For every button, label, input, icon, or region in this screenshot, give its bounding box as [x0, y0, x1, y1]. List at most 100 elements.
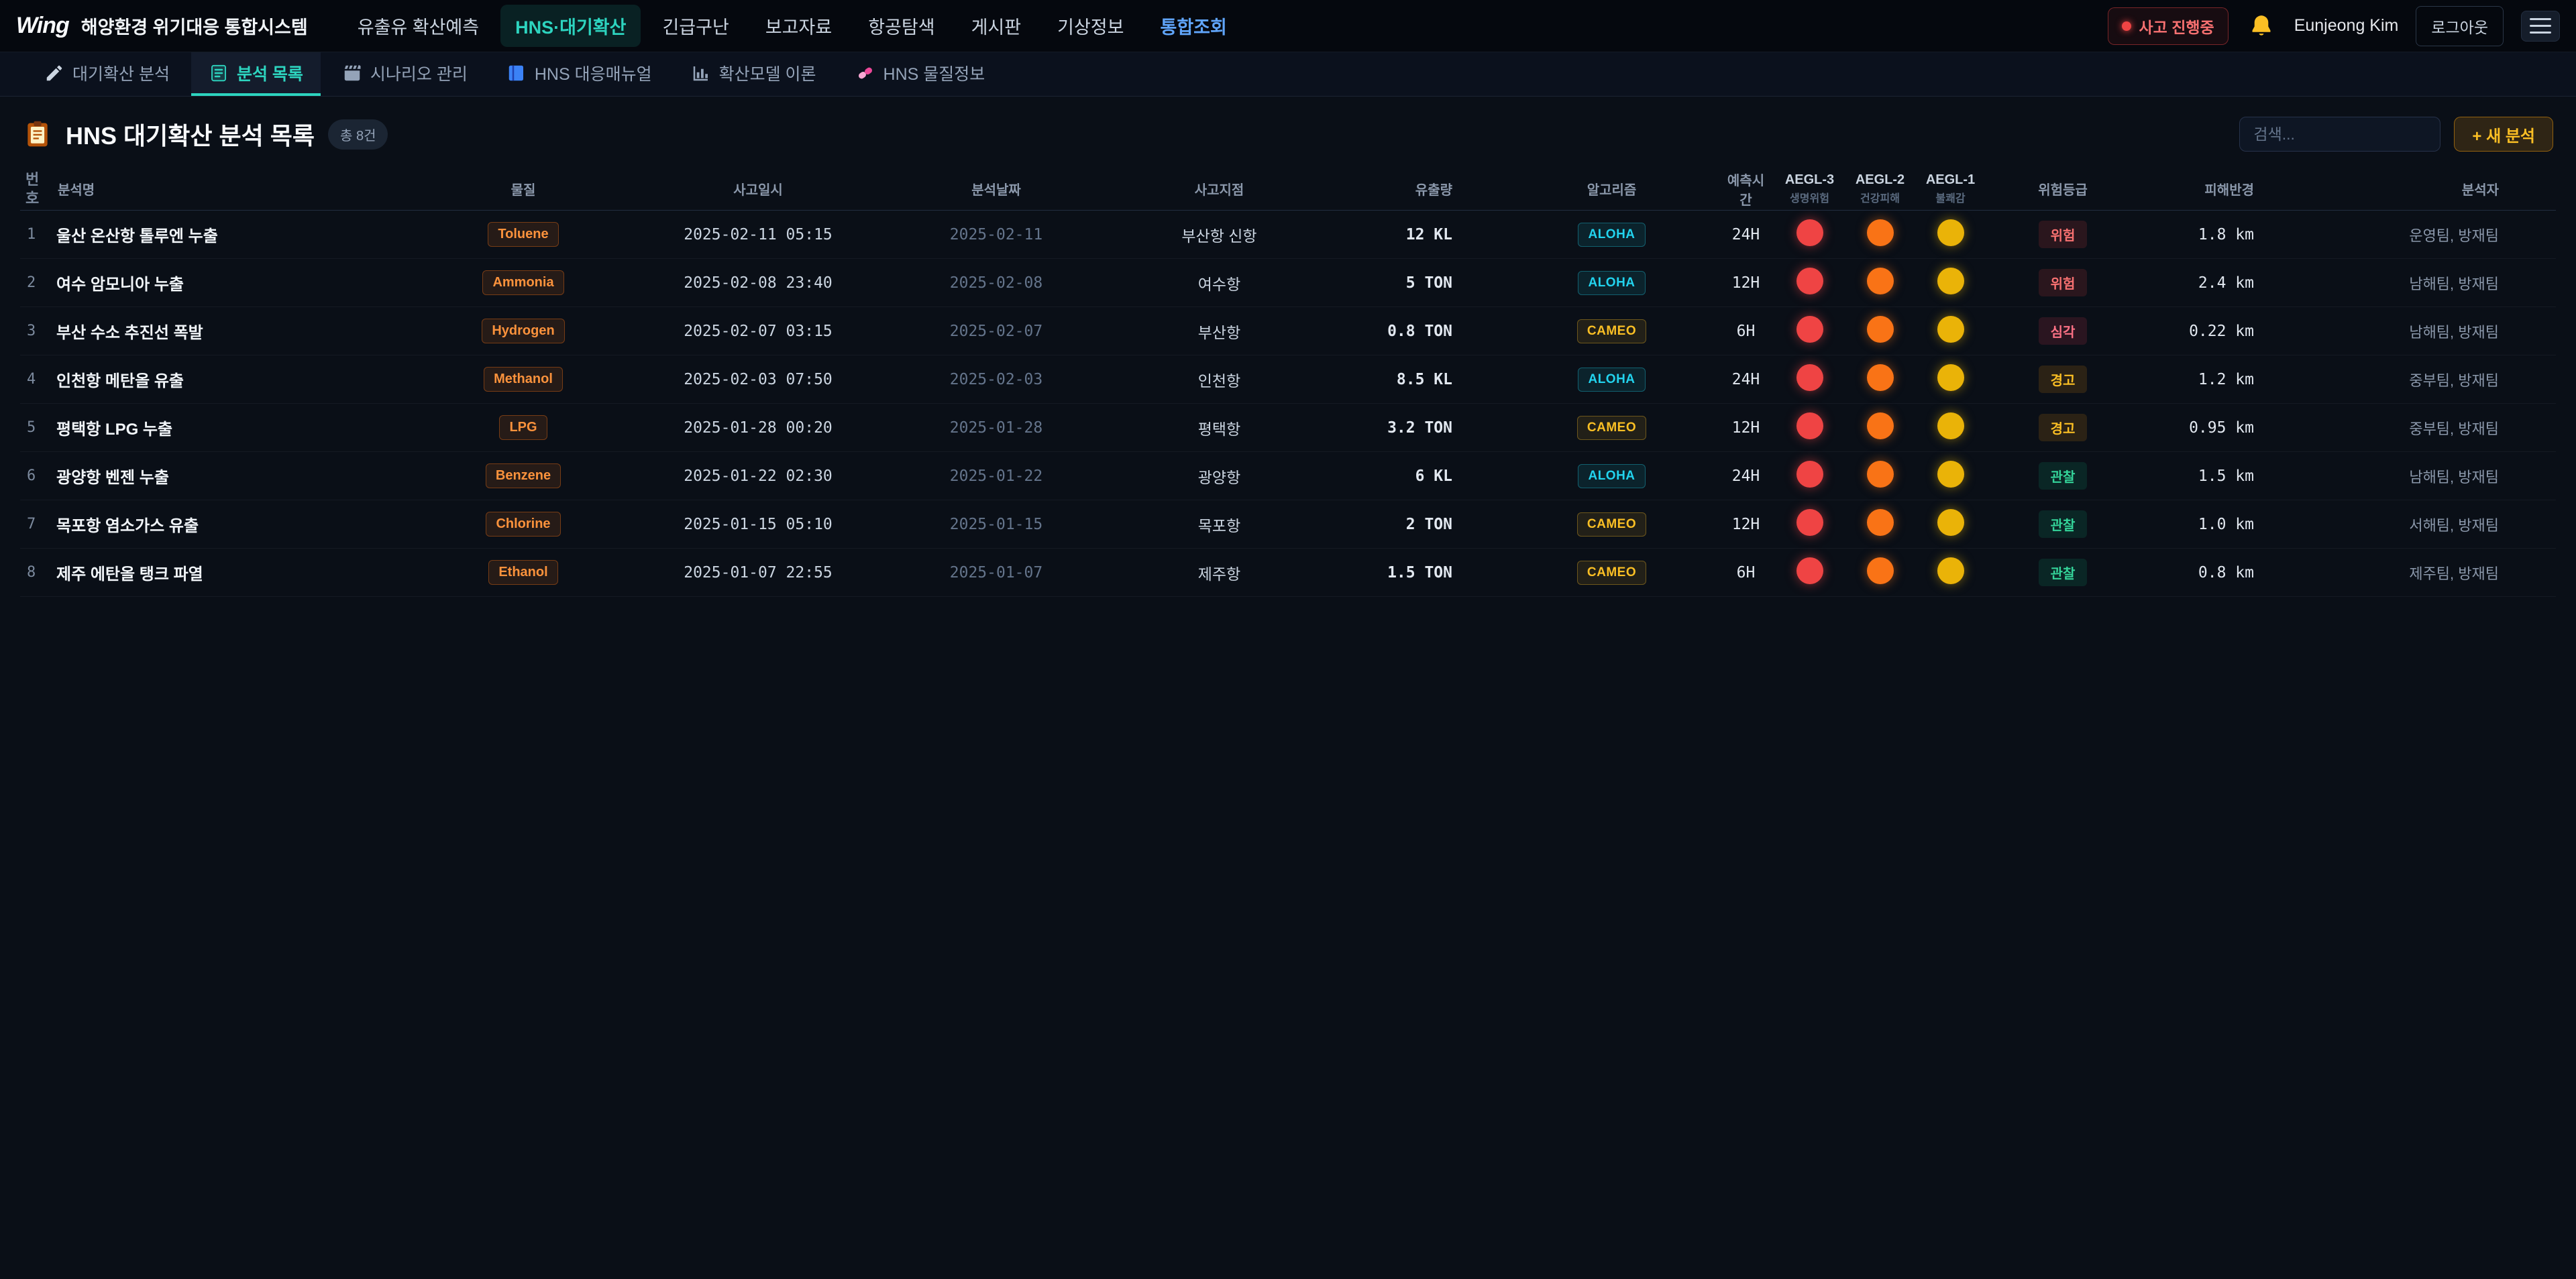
tab-label: HNS 물질정보 — [883, 61, 985, 85]
aegl1-cell — [1915, 412, 1986, 443]
aegl3-indicator[interactable] — [1796, 219, 1823, 246]
chart-icon — [691, 63, 711, 83]
aegl1-indicator[interactable] — [1937, 509, 1964, 536]
col-location: 사고지점 — [1060, 179, 1379, 199]
search-input[interactable] — [2239, 117, 2440, 152]
tab-hns-manual[interactable]: HNS 대응매뉴얼 — [489, 52, 669, 96]
nav-item-reports[interactable]: 보고자료 — [751, 5, 847, 47]
damage-radius: 1.2 km — [2140, 371, 2294, 388]
accident-location: 부산항 신항 — [1060, 223, 1379, 246]
aegl3-indicator[interactable] — [1796, 364, 1823, 391]
nav-item-hns-diffusion[interactable]: HNS·대기확산 — [500, 5, 641, 47]
aegl2-indicator[interactable] — [1867, 364, 1894, 391]
row-number: 7 — [20, 516, 54, 533]
algorithm-cell: CAMEO — [1506, 512, 1717, 537]
analysis-name[interactable]: 광양항 벤젠 누출 — [54, 464, 463, 488]
substance-badge: Hydrogen — [482, 319, 564, 343]
nav-item-board[interactable]: 게시판 — [957, 5, 1036, 47]
aegl1-indicator[interactable] — [1937, 268, 1964, 294]
aegl1-indicator[interactable] — [1937, 412, 1964, 439]
table-row[interactable]: 7목포항 염소가스 유출Chlorine2025-01-15 05:102025… — [20, 500, 2556, 549]
logo[interactable]: Wing — [16, 13, 69, 39]
analysis-name[interactable]: 평택항 LPG 누출 — [54, 416, 463, 439]
aegl3-indicator[interactable] — [1796, 461, 1823, 488]
table-row[interactable]: 5평택항 LPG 누출LPG2025-01-28 00:202025-01-28… — [20, 404, 2556, 452]
tab-scenario-management[interactable]: 시나리오 관리 — [325, 52, 485, 96]
analysis-name[interactable]: 울산 온산항 톨루엔 누출 — [54, 223, 463, 246]
col-pred-time: 예측시간 — [1717, 170, 1774, 209]
analysis-name[interactable]: 여수 암모니아 누출 — [54, 271, 463, 294]
spill-amount: 6 KL — [1379, 467, 1506, 485]
table-row[interactable]: 1울산 온산항 톨루엔 누출 Toluene 2025-02-11 05:15202… — [20, 211, 2556, 259]
app-root: Wing 해양환경 위기대응 통합시스템 유출유 확산예측 HNS·대기확산 긴… — [0, 0, 2576, 597]
table-row[interactable]: 6광양항 벤젠 누출Benzene2025-01-22 02:302025-01… — [20, 452, 2556, 500]
analysis-date: 2025-02-03 — [932, 371, 1060, 388]
clapperboard-icon — [342, 63, 362, 83]
new-analysis-button[interactable]: + 새 분석 — [2454, 117, 2553, 152]
aegl2-subtitle: 건강피해 — [1849, 189, 1911, 205]
aegl1-indicator[interactable] — [1937, 557, 1964, 584]
spill-amount: 1.5 TON — [1379, 564, 1506, 581]
accident-datetime: 2025-01-15 05:10 — [584, 516, 932, 533]
analysis-name[interactable]: 부산 수소 추진선 폭발 — [54, 319, 463, 343]
aegl2-indicator[interactable] — [1867, 461, 1894, 488]
nav-item-emergency-rescue[interactable]: 긴급구난 — [647, 5, 743, 47]
table-row[interactable]: 4인천항 메탄올 유출Methanol2025-02-03 07:502025-… — [20, 355, 2556, 404]
analysis-date: 2025-02-11 — [932, 226, 1060, 243]
aegl1-indicator[interactable] — [1937, 316, 1964, 343]
aegl2-indicator[interactable] — [1867, 557, 1894, 584]
aegl3-indicator[interactable] — [1796, 316, 1823, 343]
logout-button[interactable]: 로그아웃 — [2416, 6, 2504, 46]
table-row[interactable]: 8제주 에탄올 탱크 파열Ethanol2025-01-07 22:552025… — [20, 549, 2556, 597]
aegl2-indicator[interactable] — [1867, 509, 1894, 536]
table-row[interactable]: 2여수 암모니아 누출Ammonia2025-02-08 23:402025-0… — [20, 259, 2556, 307]
damage-radius: 1.5 km — [2140, 467, 2294, 485]
accident-datetime: 2025-02-11 05:15 — [584, 226, 932, 243]
aegl1-indicator[interactable] — [1937, 461, 1964, 488]
aegl2-indicator[interactable] — [1867, 268, 1894, 294]
row-number: 1 — [20, 226, 54, 243]
risk-badge: 경고 — [2039, 414, 2088, 441]
analysis-name[interactable]: 제주 에탄올 탱크 파열 — [54, 561, 463, 584]
aegl3-indicator[interactable] — [1796, 412, 1823, 439]
table-row[interactable]: 3부산 수소 추진선 폭발Hydrogen2025-02-07 03:15202… — [20, 307, 2556, 355]
substance-cell: LPG — [463, 415, 584, 440]
prediction-time: 12H — [1717, 516, 1774, 533]
aegl1-cell — [1915, 316, 1986, 346]
analysis-date: 2025-02-07 — [932, 323, 1060, 340]
aegl3-indicator[interactable] — [1796, 557, 1823, 584]
tab-diffusion-analysis[interactable]: 대기확산 분석 — [27, 52, 187, 96]
tab-hns-substance-info[interactable]: HNS 물질정보 — [838, 52, 1003, 96]
tab-analysis-list[interactable]: 분석 목록 — [191, 52, 321, 96]
nav-item-aerial-search[interactable]: 항공탐색 — [853, 5, 949, 47]
aegl3-indicator[interactable] — [1796, 509, 1823, 536]
substance-badge: Toluene — [488, 222, 558, 247]
aegl3-title: AEGL-3 — [1778, 172, 1841, 188]
incident-status-label: 사고 진행중 — [2139, 15, 2214, 38]
list-icon — [209, 63, 229, 83]
substance-cell: Methanol — [463, 367, 584, 392]
aegl1-indicator[interactable] — [1937, 219, 1964, 246]
tab-label: HNS 대응매뉴얼 — [535, 61, 652, 85]
nav-item-integrated-search[interactable]: 통합조회 — [1146, 5, 1242, 47]
incident-status-badge[interactable]: 사고 진행중 — [2108, 7, 2229, 45]
nav-item-oil-spill[interactable]: 유출유 확산예측 — [343, 5, 494, 47]
aegl2-indicator[interactable] — [1867, 219, 1894, 246]
tab-model-theory[interactable]: 확산모델 이론 — [674, 52, 834, 96]
col-name: 분석명 — [54, 179, 463, 199]
analysis-table: 번호 분석명 물질 사고일시 분석날짜 사고지점 유출량 알고리즘 예측시간 A… — [20, 168, 2556, 597]
aegl1-indicator[interactable] — [1937, 364, 1964, 391]
hamburger-menu-button[interactable] — [2521, 11, 2560, 42]
manual-book-icon — [506, 63, 527, 83]
brand: Wing 해양환경 위기대응 통합시스템 — [16, 13, 308, 39]
aegl3-indicator[interactable] — [1796, 268, 1823, 294]
notification-bell-button[interactable] — [2246, 11, 2277, 42]
analysis-name[interactable]: 목포항 염소가스 유출 — [54, 512, 463, 536]
analysis-name[interactable]: 인천항 메탄올 유출 — [54, 368, 463, 391]
nav-item-weather[interactable]: 기상정보 — [1042, 5, 1138, 47]
aegl2-indicator[interactable] — [1867, 316, 1894, 343]
risk-badge: 관찰 — [2039, 462, 2088, 490]
substance-badge: Methanol — [484, 367, 563, 392]
substance-badge: Chlorine — [486, 512, 560, 537]
aegl2-indicator[interactable] — [1867, 412, 1894, 439]
